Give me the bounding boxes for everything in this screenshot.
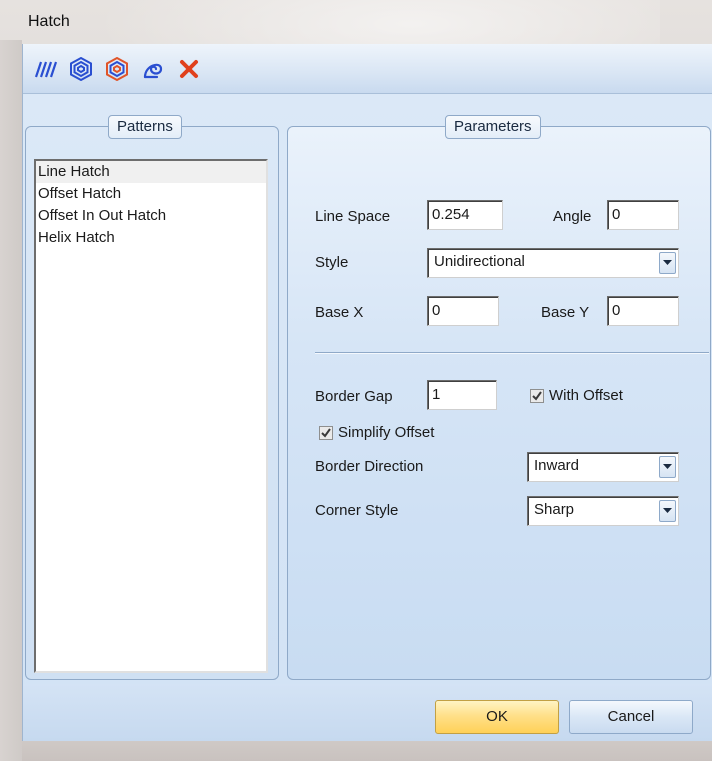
with-offset-checkbox[interactable]: With Offset — [530, 387, 623, 404]
dialog-footer: OK Cancel — [23, 684, 712, 741]
dialog-client: Patterns Line Hatch Offset Hatch Offset … — [22, 44, 712, 741]
corner-style-select[interactable]: Sharp — [527, 496, 679, 526]
base-y-label: Base Y — [541, 304, 590, 321]
line-space-label: Line Space — [315, 208, 391, 225]
border-direction-select[interactable]: Inward — [527, 452, 679, 482]
chevron-down-icon — [663, 260, 672, 265]
line-hatch-icon — [34, 61, 57, 77]
style-select-arrow[interactable] — [659, 252, 676, 274]
angle-label: Angle — [553, 208, 592, 225]
with-offset-box[interactable] — [530, 388, 544, 403]
offset-hatch-icon — [70, 56, 92, 81]
checkmark-icon — [321, 427, 331, 438]
close-icon — [180, 59, 198, 78]
base-y-input[interactable]: 0 — [607, 296, 679, 326]
checkmark-icon — [532, 390, 542, 401]
window-bottom-edge — [22, 741, 712, 761]
pattern-item-offset-hatch[interactable]: Offset Hatch — [36, 183, 266, 205]
cancel-button[interactable]: Cancel — [569, 700, 693, 734]
content-area: Patterns Line Hatch Offset Hatch Offset … — [23, 94, 712, 684]
border-direction-label: Border Direction — [315, 458, 424, 475]
line-hatch-button[interactable] — [29, 52, 61, 86]
border-gap-input[interactable]: 1 — [427, 380, 497, 410]
close-button[interactable] — [173, 52, 205, 86]
border-gap-label: Border Gap — [315, 388, 393, 405]
toolbar — [23, 44, 712, 94]
parameters-legend: Parameters — [445, 115, 541, 139]
patterns-list[interactable]: Line Hatch Offset Hatch Offset In Out Ha… — [34, 159, 268, 673]
chevron-down-icon — [663, 508, 672, 513]
corner-style-arrow[interactable] — [659, 500, 676, 522]
simplify-offset-box[interactable] — [319, 425, 333, 440]
offset-in-out-hatch-icon — [106, 56, 128, 81]
offset-hatch-button[interactable] — [65, 52, 97, 86]
simplify-offset-checkbox[interactable]: Simplify Offset — [319, 424, 434, 441]
style-label: Style — [315, 254, 349, 271]
border-direction-arrow[interactable] — [659, 456, 676, 478]
corner-style-value: Sharp — [534, 501, 575, 518]
offset-in-out-hatch-button[interactable] — [101, 52, 133, 86]
base-x-input[interactable]: 0 — [427, 296, 499, 326]
parameters-divider — [315, 352, 709, 354]
with-offset-label: With Offset — [549, 387, 623, 404]
style-select[interactable]: Unidirectional — [427, 248, 679, 278]
ok-button[interactable]: OK — [435, 700, 559, 734]
angle-input[interactable]: 0 — [607, 200, 679, 230]
pattern-item-offset-in-out-hatch[interactable]: Offset In Out Hatch — [36, 205, 266, 227]
hatch-dialog: Hatch Patterns Line Hatch Offset Hatch O… — [0, 0, 712, 761]
window-title: Hatch — [28, 13, 70, 30]
simplify-offset-label: Simplify Offset — [338, 424, 435, 441]
patterns-group: Patterns Line Hatch Offset Hatch Offset … — [25, 115, 279, 680]
window-left-edge — [0, 40, 22, 761]
style-select-value: Unidirectional — [434, 253, 525, 270]
chevron-down-icon — [663, 464, 672, 469]
corner-style-label: Corner Style — [315, 502, 399, 519]
patterns-legend: Patterns — [108, 115, 182, 139]
line-space-input[interactable]: 0.254 — [427, 200, 503, 230]
helix-hatch-button[interactable] — [137, 52, 169, 86]
pattern-item-line-hatch[interactable]: Line Hatch — [36, 161, 266, 183]
pattern-item-helix-hatch[interactable]: Helix Hatch — [36, 227, 266, 249]
title-bar[interactable]: Hatch — [22, 0, 712, 44]
base-x-label: Base X — [315, 304, 364, 321]
helix-hatch-icon — [143, 63, 163, 78]
border-direction-value: Inward — [534, 457, 580, 474]
